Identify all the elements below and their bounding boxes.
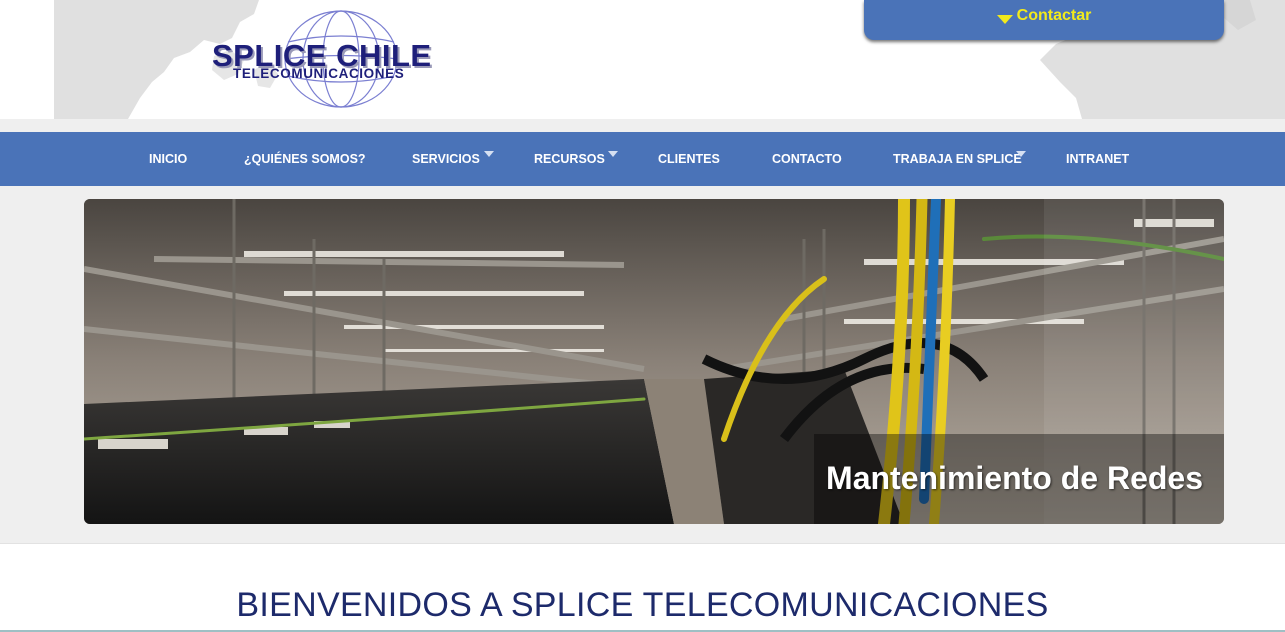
main-nav: INICIO ¿QUIÉNES SOMOS? SERVICIOS RECURSO…	[0, 132, 1285, 186]
welcome-heading: BIENVENIDOS A SPLICE TELECOMUNICACIONES	[236, 586, 1049, 624]
contact-toggle-button[interactable]: Contactar	[864, 0, 1224, 40]
submenu-caret-icon[interactable]	[1016, 151, 1026, 157]
logo-tagline: TELECOMUNICACIONES	[233, 66, 405, 81]
caret-down-icon	[996, 14, 1013, 24]
contact-toggle-label: Contactar	[1016, 7, 1092, 24]
nav-item-inicio[interactable]: INICIO	[149, 132, 187, 186]
nav-item-clientes[interactable]: CLIENTES	[658, 132, 720, 186]
nav-item-contacto[interactable]: CONTACTO	[772, 132, 842, 186]
nav-item-trabaja-en-splice[interactable]: TRABAJA EN SPLICE	[893, 132, 1022, 186]
nav-item-quienes-somos[interactable]: ¿QUIÉNES SOMOS?	[244, 132, 366, 186]
header-divider	[0, 119, 1285, 132]
nav-item-intranet[interactable]: INTRANET	[1066, 132, 1129, 186]
nav-item-recursos[interactable]: RECURSOS	[534, 132, 605, 186]
slide-caption: Mantenimiento de Redes	[826, 460, 1203, 496]
site-header: SPLICE CHILE TELECOMUNICACIONES Contacta…	[0, 0, 1285, 119]
nav-item-servicios[interactable]: SERVICIOS	[412, 132, 480, 186]
site-logo[interactable]: SPLICE CHILE TELECOMUNICACIONES	[212, 8, 462, 112]
hero-slide[interactable]: Mantenimiento de Redes	[84, 199, 1224, 524]
submenu-caret-icon[interactable]	[484, 151, 494, 157]
submenu-caret-icon[interactable]	[608, 151, 618, 157]
